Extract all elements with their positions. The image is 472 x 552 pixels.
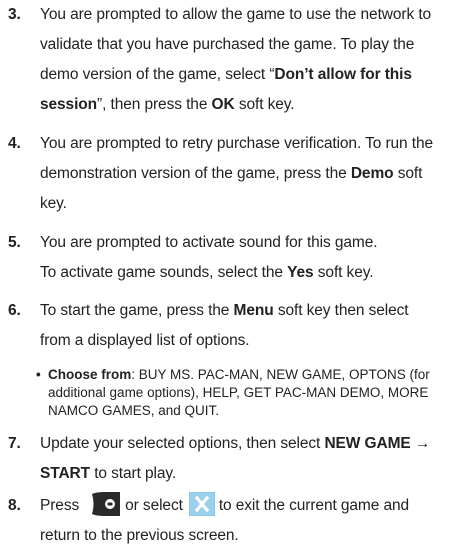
close-x-icon (188, 492, 215, 516)
step-line: key. (40, 195, 67, 212)
step-line: You are prompted to retry purchase verif… (40, 135, 434, 152)
end-key-icon (91, 492, 121, 516)
step-6: 6. To start the game, press the Menu sof… (8, 296, 470, 356)
step-number: 4. (8, 135, 21, 152)
step-number: 8. (8, 497, 21, 514)
step-text: demonstration version of the game, press… (40, 165, 351, 182)
step-line: You are prompted to activate sound for t… (40, 234, 378, 251)
step-line: demo version of the game, select “Don’t … (40, 60, 470, 90)
step-7: 7. Update your selected options, then se… (8, 429, 470, 489)
bullet-text: : BUY MS. PAC-MAN, NEW GAME, OPTONS (for (131, 367, 430, 382)
softkey-name: Yes (287, 264, 314, 281)
bullet-line: Choose from: BUY MS. PAC-MAN, NEW GAME, … (48, 366, 468, 384)
bullet-line: additional game options), HELP, GET PAC-… (48, 385, 429, 400)
option-name: session (40, 96, 98, 113)
option-name: Don’t allow for this (274, 66, 412, 83)
softkey-name: Demo (350, 165, 394, 182)
step-text: Press (40, 497, 80, 514)
step-line: Update your selected options, then selec… (40, 429, 470, 459)
step-text: ”, then press the (97, 96, 212, 113)
menu-option: START (40, 465, 91, 482)
softkey-name: OK (211, 96, 235, 113)
step-4: 4. You are prompted to retry purchase ve… (8, 129, 470, 219)
manual-page: 3. You are prompted to allow the game to… (0, 0, 472, 552)
step-number: 6. (8, 302, 21, 319)
softkey-name: Menu (233, 302, 274, 319)
step-text: Update your selected options, then selec… (40, 435, 325, 452)
bullet-line: NAMCO GAMES, and QUIT. (48, 403, 220, 418)
bullet-dot: • (36, 367, 41, 382)
step-line: demonstration version of the game, press… (40, 159, 470, 189)
step-text: soft key. (234, 96, 295, 113)
step-text: to exit the current game and (218, 497, 410, 514)
step-text: demo version of the game, select “ (40, 66, 275, 83)
step-line: START to start play. (40, 459, 470, 489)
step-line: You are prompted to allow the game to us… (40, 6, 432, 23)
step-line: To activate game sounds, select the Yes … (40, 258, 470, 288)
step-text: To start the game, press the (40, 302, 234, 319)
step-line: return to the previous screen. (40, 527, 239, 544)
step-line: validate that you have purchased the gam… (40, 36, 415, 53)
step-text: soft (393, 165, 423, 182)
step-5: 5. You are prompted to activate sound fo… (8, 228, 470, 288)
step-text: soft key. (313, 264, 374, 281)
options-bullet: • Choose from: BUY MS. PAC-MAN, NEW GAME… (36, 366, 468, 420)
step-3: 3. You are prompted to allow the game to… (8, 0, 470, 120)
step-line: Press or select to exit the current game a… (40, 491, 470, 521)
bullet-label: Choose from (48, 367, 132, 382)
step-line: session”, then press the OK soft key. (40, 90, 470, 120)
step-line: from a displayed list of options. (40, 332, 250, 349)
step-text: to start play. (90, 465, 177, 482)
step-line: To start the game, press the Menu soft k… (40, 296, 470, 326)
step-number: 5. (8, 234, 21, 251)
step-text: soft key then select (273, 302, 409, 319)
step-number: 3. (8, 6, 21, 23)
step-8: 8. Press or select to exit the current gam… (8, 491, 470, 551)
step-text: To activate game sounds, select the (40, 264, 288, 281)
step-text: or select (125, 497, 183, 514)
step-number: 7. (8, 435, 21, 452)
menu-option: NEW GAME → (324, 435, 431, 452)
